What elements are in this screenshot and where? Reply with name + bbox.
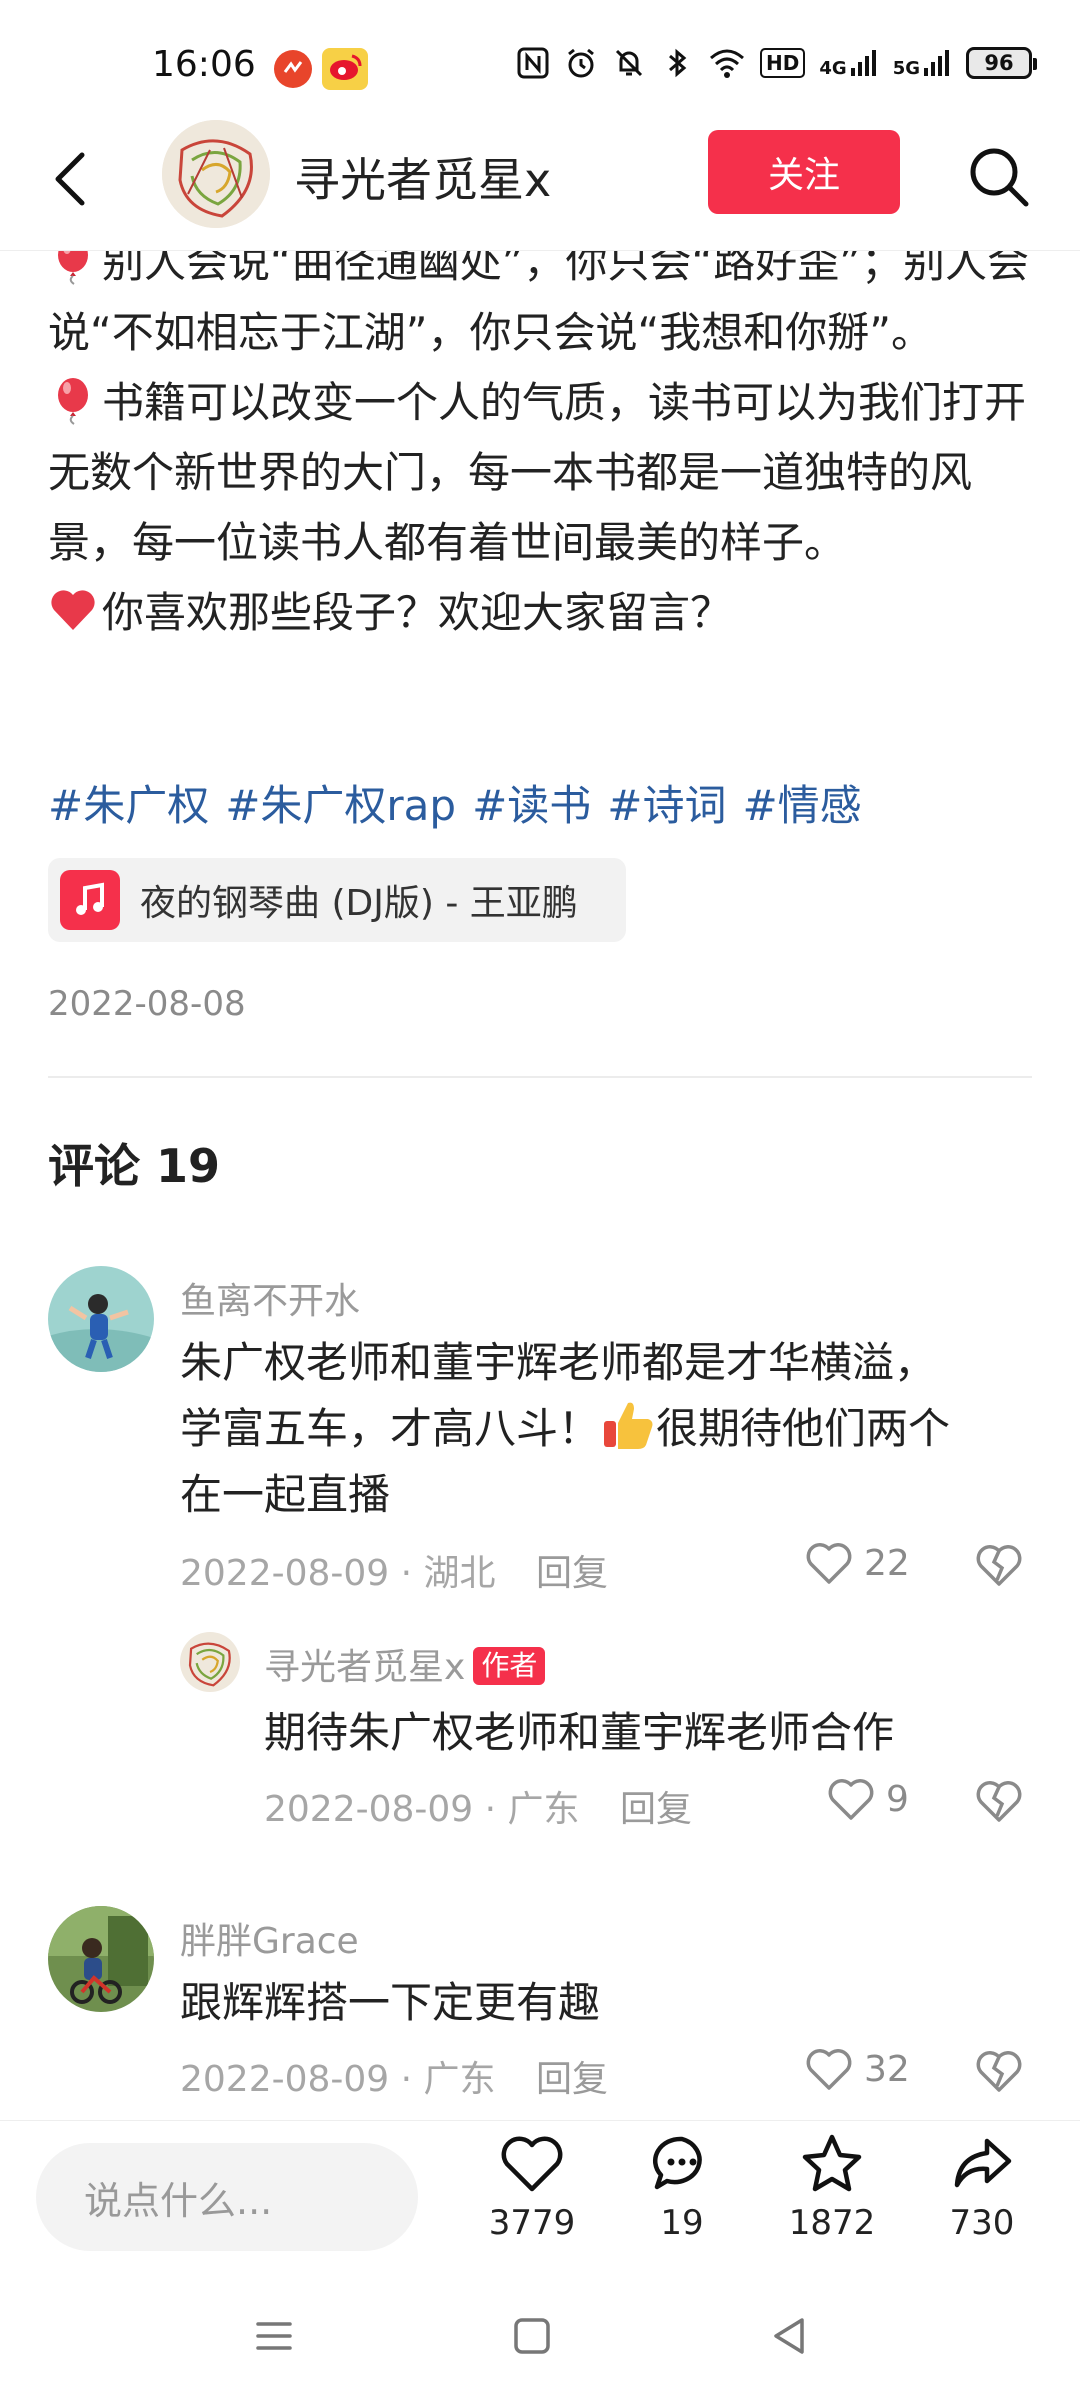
- like-count: 3779: [488, 2203, 576, 2243]
- comment-input[interactable]: 说点什么...: [36, 2143, 418, 2251]
- home-square-icon: [514, 2318, 550, 2354]
- back-triangle-icon: [774, 2318, 804, 2354]
- comment-meta: 2022-08-09 · 湖北: [180, 1553, 496, 1594]
- hashtag[interactable]: #朱广权: [48, 772, 209, 833]
- comment-like-button[interactable]: 9: [826, 1774, 909, 1824]
- author-avatar[interactable]: [162, 120, 270, 228]
- heart-outline-icon: [806, 1543, 852, 1584]
- comment-like-button[interactable]: 22: [804, 1538, 910, 1588]
- divider: [48, 1076, 1032, 1078]
- share-button[interactable]: 730: [922, 2131, 1042, 2243]
- signal-5g: 5G: [893, 48, 952, 78]
- music-note-icon: [60, 870, 120, 930]
- post-paragraph: 你喜欢那些段子？欢迎大家留言？: [48, 578, 1038, 648]
- search-button[interactable]: [966, 144, 1032, 210]
- heart-outline-icon: [806, 2049, 852, 2090]
- avatar[interactable]: [48, 1266, 154, 1372]
- signal-bars-icon: [850, 50, 876, 76]
- comments-heading: 评论 19: [48, 1139, 221, 1193]
- post-paragraph: 书籍可以改变一个人的气质，读书可以为我们打开无数个新世界的大门，每一本书都是一道…: [48, 368, 1038, 578]
- avatar[interactable]: [180, 1632, 240, 1692]
- hashtag-list: #朱广权 #朱广权rap #读书 #诗词 #情感: [48, 772, 862, 833]
- comment-username[interactable]: 胖胖Grace: [180, 1912, 359, 1964]
- chevron-left-icon: [55, 152, 85, 206]
- heart-emoji-icon: [51, 590, 95, 630]
- comment-text: 朱广权老师和董宇辉老师都是才华横溢， 学富五车，才高八斗！ 很期待他们两个 在一起…: [180, 1338, 951, 1519]
- broken-heart-icon: [976, 1781, 1022, 1822]
- header: 寻光者觅星x 关注: [0, 110, 1080, 251]
- comment-username[interactable]: 鱼离不开水: [180, 1272, 360, 1324]
- mute-icon: [615, 49, 643, 77]
- menu-icon: [256, 2322, 292, 2350]
- hd-badge: HD: [760, 48, 806, 78]
- music-title: 夜的钢琴曲 (DJ版) - 王亚鹏: [140, 883, 578, 924]
- broken-heart-icon: [976, 1545, 1022, 1586]
- hashtag[interactable]: #朱广权rap: [225, 772, 456, 833]
- weibo-icon: [322, 48, 368, 90]
- signal-4g: 4G: [819, 48, 878, 78]
- comment-text: 跟辉辉搭一下定更有趣: [180, 1978, 601, 2027]
- share-arrow-icon: [954, 2138, 1012, 2188]
- comment-like-button[interactable]: 32: [804, 2044, 910, 2094]
- comment-meta: 2022-08-09 · 广东: [180, 2059, 496, 2100]
- system-nav-bar: [0, 2270, 1080, 2400]
- app-notification-icon: [274, 50, 312, 88]
- wifi-icon: [710, 49, 745, 78]
- comment-button[interactable]: 19: [622, 2131, 742, 2243]
- bluetooth-icon: [669, 48, 687, 78]
- status-icons: HD 4G 5G 96: [516, 46, 1037, 80]
- avatar[interactable]: [48, 1906, 154, 2012]
- comment-meta: 2022-08-09 · 广东: [264, 1789, 580, 1830]
- reply-username[interactable]: 寻光者觅星x: [264, 1647, 465, 1688]
- bottom-action-bar: 说点什么... 3779 19 1872 730: [0, 2120, 1080, 2271]
- status-time: 16:06: [152, 44, 256, 85]
- dislike-button[interactable]: [974, 1540, 1024, 1590]
- favorite-count: 1872: [788, 2203, 876, 2243]
- nfc-icon: [517, 47, 549, 79]
- author-badge: 作者: [473, 1647, 546, 1685]
- home-nav-button[interactable]: [510, 2314, 554, 2358]
- comment-bubble-icon: [653, 2136, 702, 2190]
- reply-button[interactable]: 回复: [536, 1544, 608, 1596]
- dislike-button[interactable]: [974, 1776, 1024, 1826]
- menu-nav-button[interactable]: [252, 2314, 296, 2358]
- back-nav-button[interactable]: [768, 2314, 812, 2358]
- post-date: 2022-08-08: [48, 984, 246, 1024]
- reply-button[interactable]: 回复: [620, 1780, 692, 1832]
- back-button[interactable]: [40, 144, 100, 214]
- balloon-emoji-icon: [58, 378, 88, 425]
- follow-button[interactable]: 关注: [708, 130, 900, 214]
- thumbs-up-emoji-icon: [604, 1402, 653, 1449]
- heart-outline-icon: [828, 1779, 874, 1820]
- hashtag[interactable]: #读书: [472, 772, 591, 833]
- comment-count: 19: [660, 2203, 704, 2243]
- share-count: 730: [949, 2203, 1015, 2243]
- hashtag[interactable]: #诗词: [607, 772, 726, 833]
- music-chip[interactable]: 夜的钢琴曲 (DJ版) - 王亚鹏: [48, 858, 626, 942]
- broken-heart-icon: [976, 2051, 1022, 2092]
- comment-text: 期待朱广权老师和董宇辉老师合作: [264, 1708, 895, 1757]
- alarm-icon: [568, 48, 594, 78]
- author-name[interactable]: 寻光者觅星x: [294, 144, 551, 210]
- like-button[interactable]: 3779: [472, 2131, 592, 2243]
- battery-indicator: 96: [966, 47, 1037, 79]
- search-icon: [970, 148, 1029, 207]
- favorite-button[interactable]: 1872: [772, 2131, 892, 2243]
- star-icon: [802, 2134, 862, 2192]
- dislike-button[interactable]: [974, 2046, 1024, 2096]
- comment-username: 寻光者觅星x 作者: [264, 1638, 546, 1690]
- post-body: 别人会说“曲径通幽处”，你只会“路好歪”；别人会说“不如相忘于江湖”，你只会说“…: [48, 228, 1038, 648]
- signal-bars-icon: [924, 50, 949, 76]
- hashtag[interactable]: #情感: [742, 772, 861, 833]
- heart-icon: [501, 2136, 563, 2192]
- reply-button[interactable]: 回复: [536, 2050, 608, 2102]
